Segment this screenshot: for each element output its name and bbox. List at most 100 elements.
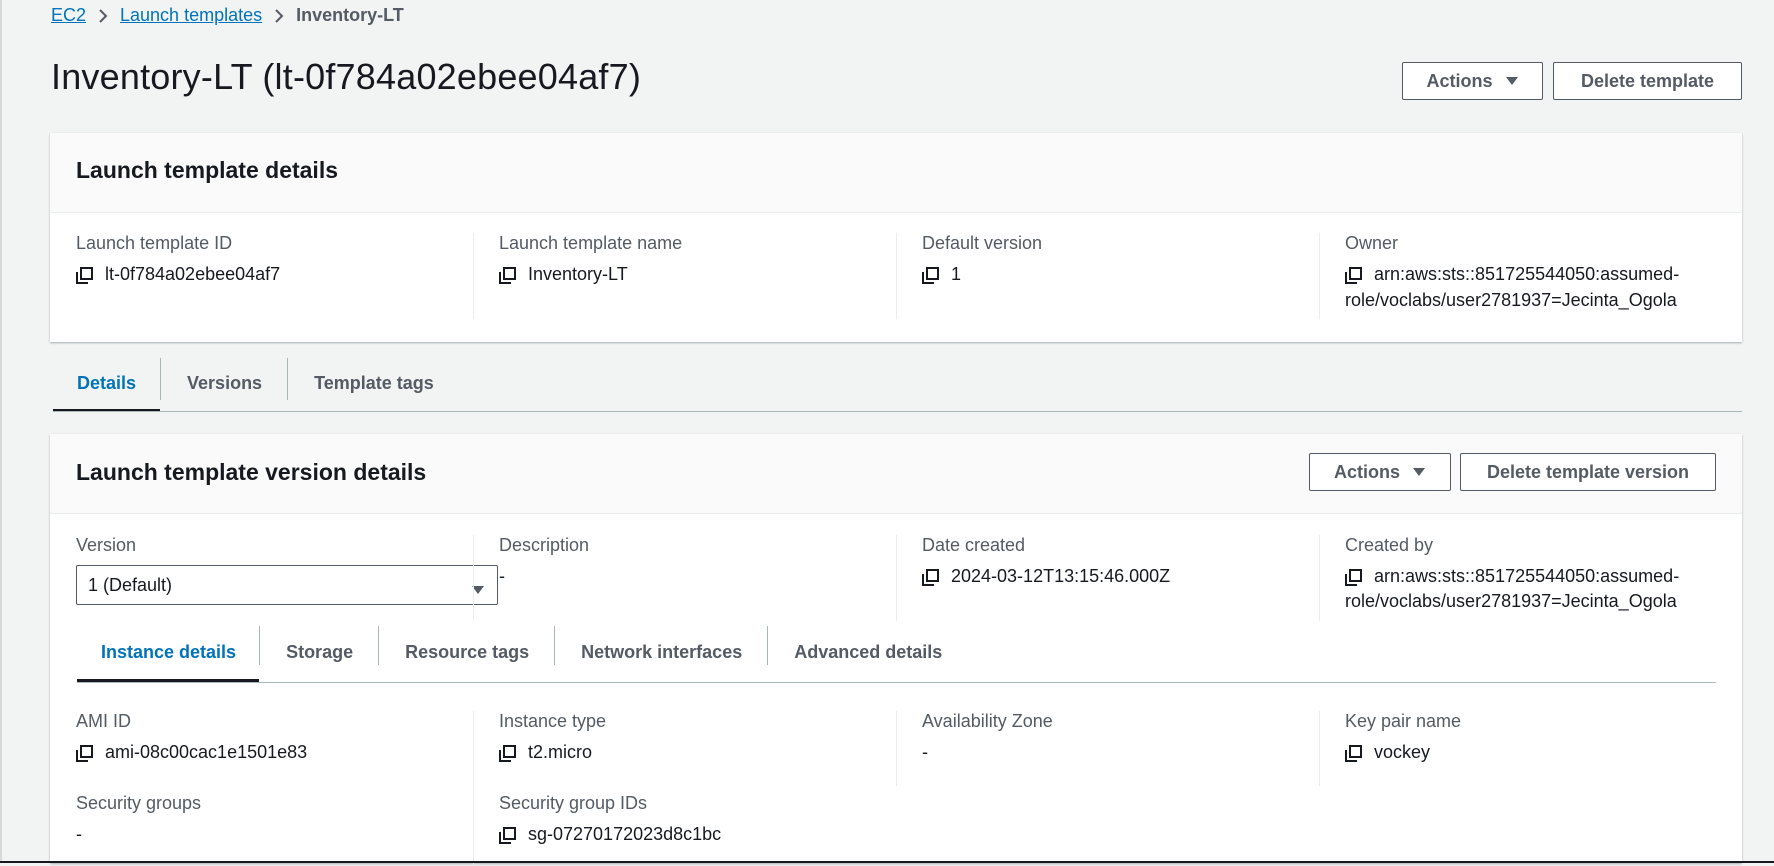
availability-zone-label: Availability Zone: [922, 711, 1053, 731]
field-value: ami-08c00cac1e1501e83: [76, 742, 307, 763]
tab-details[interactable]: Details: [53, 354, 161, 412]
sub-tabs-baseline: [77, 682, 1716, 683]
field-label: Launch template name: [499, 233, 683, 253]
tabs-baseline: [53, 411, 1742, 412]
breadcrumb-current: Inventory-LT: [296, 5, 404, 25]
version-select[interactable]: 1 (Default): [76, 565, 498, 605]
field-value: vockey: [1345, 742, 1461, 763]
version-actions-label: Actions: [1333, 461, 1400, 482]
delete-template-version-button[interactable]: Delete template version: [1460, 453, 1716, 491]
version-label: Version: [76, 535, 137, 555]
copy-icon[interactable]: [1345, 569, 1362, 586]
breadcrumb-launch-templates-link[interactable]: Launch templates: [120, 5, 262, 26]
column-divider: [896, 535, 897, 621]
security-group-ids-value: sg-07270172023d8c1bc: [528, 824, 722, 844]
copy-icon[interactable]: [922, 267, 939, 284]
key-pair-value: vockey: [1374, 742, 1431, 762]
field-value: Inventory-LT: [499, 264, 922, 285]
copy-icon[interactable]: [76, 745, 93, 762]
delete-template-button[interactable]: Delete template: [1553, 62, 1742, 100]
field-value: sg-07270172023d8c1bc: [499, 824, 721, 845]
ami-id-label: AMI ID: [76, 711, 132, 731]
instance-type-value: t2.micro: [528, 742, 593, 762]
column-divider: [896, 711, 897, 786]
copy-icon[interactable]: [499, 745, 516, 762]
tab-network-interfaces[interactable]: Network interfaces: [555, 622, 767, 682]
copy-icon[interactable]: [1345, 267, 1362, 284]
security-groups-value: -: [76, 824, 82, 844]
launch-template-details-heading: Launch template details: [76, 157, 339, 183]
actions-button[interactable]: Actions: [1402, 62, 1543, 100]
field-description: Description -: [499, 535, 589, 587]
copy-icon[interactable]: [922, 569, 939, 586]
owner-value-line1: arn:aws:sts::851725544050:assumed-: [1374, 264, 1680, 284]
page-title: Inventory-LT (lt-0f784a02ebee04af7): [51, 56, 642, 97]
breadcrumb-ec2-link[interactable]: EC2: [51, 5, 86, 26]
field-value: lt-0f784a02ebee04af7: [76, 264, 499, 285]
date-created-value: 2024-03-12T13:15:46.000Z: [951, 566, 1171, 586]
caret-down-icon: [1412, 467, 1426, 477]
field-owner: Owner arn:aws:sts::851725544050:assumed-…: [1345, 233, 1735, 314]
launch-template-version-details-panel: Launch template version details Actions …: [50, 434, 1742, 866]
field-label: Launch template ID: [76, 233, 233, 253]
owner-value-line2: role/voclabs/user2781937=Jecinta_Ogola: [1345, 290, 1677, 310]
version-actions-button[interactable]: Actions: [1309, 453, 1451, 491]
created-by-line2: role/voclabs/user2781937=Jecinta_Ogola: [1345, 591, 1677, 611]
template-id-value: lt-0f784a02ebee04af7: [105, 264, 281, 284]
copy-icon[interactable]: [499, 267, 516, 284]
instance-type-label: Instance type: [499, 711, 607, 731]
left-border: [0, 0, 2, 863]
field-template-name: Launch template name Inventory-LT: [499, 233, 922, 314]
version-select-value: 1 (Default): [88, 574, 173, 595]
key-pair-label: Key pair name: [1345, 711, 1462, 731]
template-details-fields: Launch template ID lt-0f784a02ebee04af7 …: [76, 233, 1742, 319]
field-instance-type: Instance type t2.micro: [499, 711, 606, 763]
main-tabs: Details Versions Template tags: [53, 354, 460, 412]
field-availability-zone: Availability Zone -: [922, 711, 1053, 763]
column-divider: [1319, 233, 1320, 319]
tab-resource-tags[interactable]: Resource tags: [379, 622, 554, 682]
field-template-id: Launch template ID lt-0f784a02ebee04af7: [76, 233, 499, 314]
field-value: arn:aws:sts::851725544050:assumed-: [1345, 264, 1735, 288]
template-name-value: Inventory-LT: [528, 264, 628, 284]
column-divider: [473, 711, 474, 866]
panel-header: Launch template details: [50, 133, 1742, 213]
breadcrumb: EC2 Launch templates Inventory-LT: [51, 5, 404, 26]
column-divider: [473, 535, 474, 621]
column-divider: [473, 233, 474, 319]
copy-icon[interactable]: [76, 267, 93, 284]
description-label: Description: [499, 535, 590, 555]
column-divider: [1319, 535, 1320, 621]
tab-advanced-details[interactable]: Advanced details: [768, 622, 968, 682]
field-value: 2024-03-12T13:15:46.000Z: [922, 566, 1170, 587]
launch-template-details-panel: Launch template details Launch template …: [50, 133, 1742, 342]
field-label: Default version: [922, 233, 1043, 253]
owner-value: arn:aws:sts::851725544050:assumed-: [1374, 261, 1679, 288]
tab-template-tags[interactable]: Template tags: [288, 354, 460, 412]
security-groups-label: Security groups: [76, 793, 202, 813]
instance-sub-tabs: Instance details Storage Resource tags N…: [77, 622, 968, 682]
availability-zone-value: -: [922, 742, 928, 762]
copy-icon[interactable]: [499, 827, 516, 844]
field-created-by: Created by arn:aws:sts::851725544050:ass…: [1345, 535, 1679, 612]
created-by-label: Created by: [1345, 535, 1434, 555]
security-group-ids-label: Security group IDs: [499, 793, 648, 813]
copy-icon[interactable]: [1345, 745, 1362, 762]
default-version-value: 1: [951, 264, 962, 284]
actions-button-label: Actions: [1426, 70, 1493, 91]
tab-storage[interactable]: Storage: [260, 622, 378, 682]
tab-versions[interactable]: Versions: [161, 354, 287, 412]
date-created-label: Date created: [922, 535, 1026, 555]
chevron-right-icon: [98, 8, 108, 24]
ami-id-value: ami-08c00cac1e1501e83: [105, 742, 308, 762]
chevron-right-icon: [274, 8, 284, 24]
tab-instance-details[interactable]: Instance details: [77, 622, 260, 682]
column-divider: [896, 233, 897, 319]
field-date-created: Date created 2024-03-12T13:15:46.000Z: [922, 535, 1170, 587]
field-value: arn:aws:sts::851725544050:assumed-: [1345, 566, 1679, 587]
caret-down-icon: [1505, 76, 1519, 86]
field-security-groups: Security groups -: [76, 793, 201, 845]
field-key-pair: Key pair name vockey: [1345, 711, 1461, 763]
field-label: Owner: [1345, 233, 1399, 253]
field-default-version: Default version 1: [922, 233, 1345, 314]
